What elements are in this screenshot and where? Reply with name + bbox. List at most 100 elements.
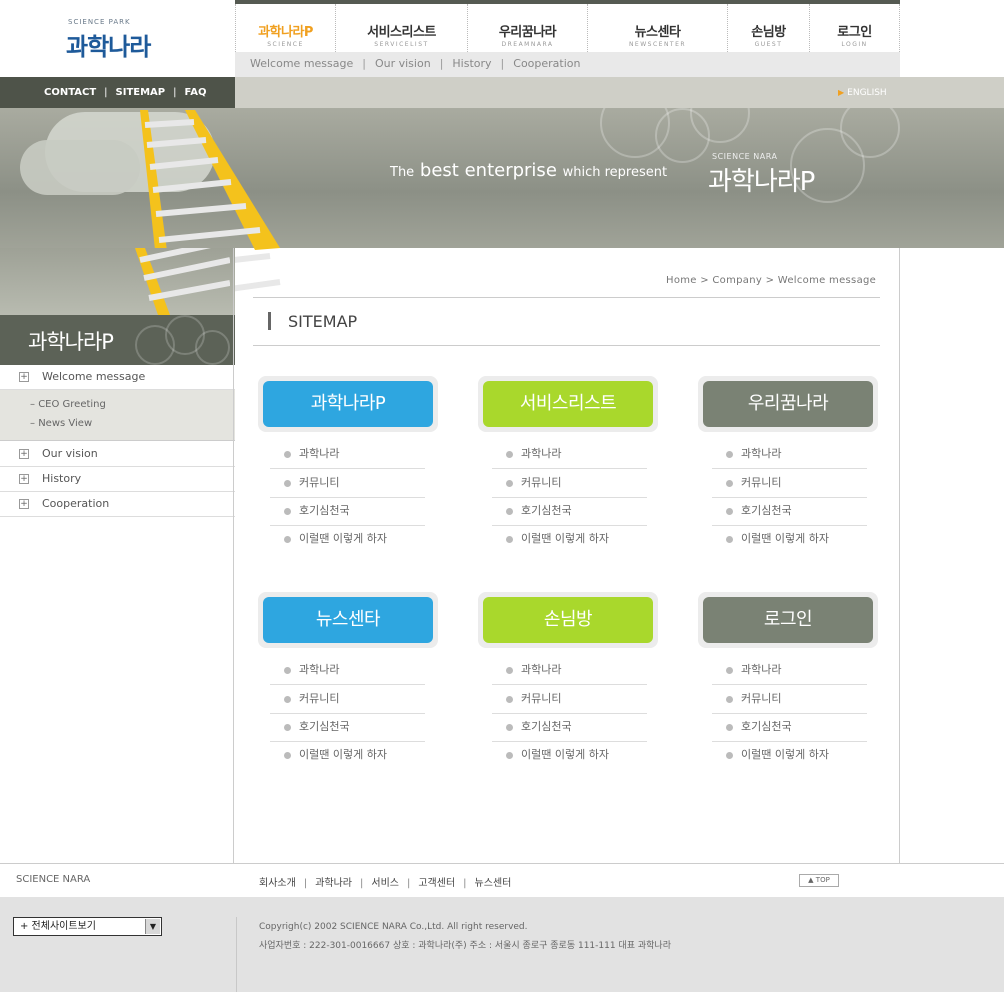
bullet-icon [726, 480, 733, 487]
plus-icon: + [19, 372, 29, 382]
list-item[interactable]: 과학나라 [492, 440, 647, 469]
lnb-sub-ceo-greeting[interactable]: – CEO Greeting [30, 399, 106, 410]
lnb-welcome[interactable]: + Welcome message [0, 365, 235, 390]
bullet-icon [506, 536, 513, 543]
subnav-history[interactable]: History [452, 57, 491, 70]
list-item[interactable]: 호기심천국 [492, 497, 647, 526]
lnb-label: Our vision [42, 447, 98, 460]
card-title: 손님방 [483, 597, 653, 643]
subnav-cooperation[interactable]: Cooperation [513, 57, 580, 70]
site-select[interactable]: + 전체사이트보기 ▼ [13, 917, 162, 936]
list-item[interactable]: 호기심천국 [712, 713, 867, 742]
content-border [233, 248, 234, 863]
list-item[interactable]: 과학나라 [492, 656, 647, 685]
bullet-icon [726, 508, 733, 515]
footer-link-service[interactable]: 서비스 [371, 878, 399, 889]
card-title: 뉴스센타 [263, 597, 433, 643]
bullet-icon [506, 508, 513, 515]
list-item[interactable]: 호기심천국 [712, 497, 867, 526]
list-item[interactable]: 커뮤니티 [712, 469, 867, 498]
utility-bar-right [235, 77, 1004, 108]
english-link[interactable]: ▶ ENGLISH [838, 88, 887, 98]
decor-ring [195, 330, 230, 365]
sitemap-card-science[interactable]: 과학나라P [258, 376, 438, 432]
bullet-icon [726, 752, 733, 759]
list-item[interactable]: 이럴땐 이렇게 하자 [492, 525, 647, 554]
section-title: 과학나라P [28, 330, 114, 354]
sitemap-link[interactable]: SITEMAP [116, 87, 166, 98]
cloud-image [20, 140, 140, 195]
card-title: 로그인 [703, 597, 873, 643]
sitemap-card-servicelist[interactable]: 서비스리스트 [478, 376, 658, 432]
list-item[interactable]: 커뮤니티 [492, 469, 647, 498]
contact-link[interactable]: CONTACT [44, 87, 96, 98]
sitemap-card-login[interactable]: 로그인 [698, 592, 878, 648]
banner-slogan: The best enterprise which represent [390, 160, 668, 181]
lnb-sub-news-view[interactable]: – News View [30, 418, 92, 429]
list-item[interactable]: 호기심천국 [270, 713, 425, 742]
faq-link[interactable]: FAQ [185, 87, 207, 98]
lnb-label: Welcome message [42, 370, 146, 383]
gnb-sublabel: NEWSCENTER [628, 41, 687, 48]
list-item[interactable]: 커뮤니티 [270, 469, 425, 498]
gnb-newscenter[interactable]: 뉴스센타 NEWSCENTER [587, 4, 727, 52]
subnav-vision[interactable]: Our vision [375, 57, 431, 70]
sub-navigation: Welcome message | Our vision | History | Coope… [235, 52, 900, 77]
list-item[interactable]: 커뮤니티 [712, 685, 867, 714]
subnav-welcome[interactable]: Welcome message [250, 57, 353, 70]
bullet-icon [284, 667, 291, 674]
gnb-sublabel: SERVICELIST [374, 41, 429, 48]
bullet-icon [284, 536, 291, 543]
gnb-divider [899, 4, 900, 52]
list-item[interactable]: 이럴땐 이렇게 하자 [492, 741, 647, 770]
sitemap-card-dreamnara[interactable]: 우리꿈나라 [698, 376, 878, 432]
list-item[interactable]: 이럴땐 이렇게 하자 [712, 741, 867, 770]
list-item[interactable]: 이럴땐 이렇게 하자 [270, 525, 425, 554]
gnb-label: 우리꿈나라 [498, 25, 557, 40]
ladder-image [135, 248, 230, 315]
card-title: 서비스리스트 [483, 381, 653, 427]
lnb-cooperation[interactable]: + Cooperation [0, 492, 235, 517]
logo-tagline: SCIENCE PARK [68, 18, 131, 26]
list-item[interactable]: 과학나라 [712, 440, 867, 469]
gnb-dreamnara[interactable]: 우리꿈나라 DREAMNARA [467, 4, 587, 52]
breadcrumb-company[interactable]: Company [712, 275, 762, 286]
copyright: Copyrigh(c) 2002 SCIENCE NARA Co.,Ltd. A… [259, 922, 528, 932]
bullet-icon [726, 724, 733, 731]
bullet-icon [726, 451, 733, 458]
list-item[interactable]: 호기심천국 [270, 497, 425, 526]
footer-link-support[interactable]: 고객센터 [418, 878, 455, 889]
divider [253, 297, 880, 298]
logo[interactable]: 과학나라 [66, 27, 151, 62]
arrow-right-icon: ▶ [838, 88, 845, 97]
list-item[interactable]: 커뮤니티 [492, 685, 647, 714]
footer-link-news[interactable]: 뉴스센터 [475, 878, 512, 889]
page-title: SITEMAP [288, 312, 358, 331]
list-item[interactable]: 과학나라 [270, 440, 425, 469]
list-item[interactable]: 과학나라 [270, 656, 425, 685]
site-select-value: + 전체사이트보기 [20, 921, 96, 932]
sitemap-card-guest[interactable]: 손님방 [478, 592, 658, 648]
banner-brand: 과학나라P [708, 167, 815, 197]
sitemap-card-newscenter[interactable]: 뉴스센타 [258, 592, 438, 648]
bullet-icon [284, 696, 291, 703]
footer-link-science[interactable]: 과학나라 [315, 878, 352, 889]
bullet-icon [506, 480, 513, 487]
list-item[interactable]: 커뮤니티 [270, 685, 425, 714]
list-item[interactable]: 이럴땐 이렇게 하자 [712, 525, 867, 554]
footer-link-about[interactable]: 회사소개 [259, 878, 296, 889]
gnb-science[interactable]: 과학나라P SCIENCE [235, 4, 335, 52]
list-item[interactable]: 이럴땐 이렇게 하자 [270, 741, 425, 770]
lnb-history[interactable]: + History [0, 467, 235, 492]
gnb-guest[interactable]: 손님방 GUEST [727, 4, 809, 52]
bullet-icon [284, 752, 291, 759]
list-item[interactable]: 호기심천국 [492, 713, 647, 742]
gnb-servicelist[interactable]: 서비스리스트 SERVICELIST [335, 4, 467, 52]
lnb-label: Cooperation [42, 497, 110, 510]
lnb-vision[interactable]: + Our vision [0, 442, 235, 467]
gnb-login[interactable]: 로그인 LOGIN [809, 4, 899, 52]
plus-icon: + [19, 449, 29, 459]
breadcrumb-home[interactable]: Home [666, 275, 697, 286]
list-item[interactable]: 과학나라 [712, 656, 867, 685]
top-button[interactable]: ▲ TOP [799, 874, 839, 887]
